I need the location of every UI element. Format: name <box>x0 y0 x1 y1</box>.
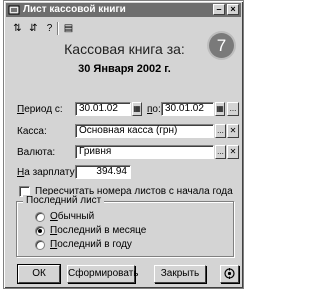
settings-icon <box>224 268 235 279</box>
last-sheet-group: Последний лист Обычный Последний в месяц… <box>16 195 234 257</box>
salary-field[interactable]: 394.94 <box>75 165 131 179</box>
radio-ordinary-label: Обычный <box>50 211 95 222</box>
radio-last-in-month[interactable] <box>35 226 45 236</box>
radio-last-in-year[interactable] <box>35 240 45 250</box>
form-label: Сформировать <box>68 268 139 279</box>
currency-field[interactable]: Гривня <box>75 145 214 159</box>
app-icon <box>8 5 20 15</box>
title-bar[interactable]: Лист кассовой книги – × <box>6 3 241 17</box>
close-dialog-button[interactable]: Закрыть <box>154 265 206 283</box>
page-date: 30 Января 2002 г. <box>78 63 171 75</box>
ok-button[interactable]: ОК <box>17 264 61 284</box>
kassa-select-button[interactable]: ... <box>215 124 226 138</box>
ok-label: ОК <box>32 268 46 279</box>
currency-select-button[interactable]: ... <box>215 145 226 159</box>
form-button[interactable]: Сформировать <box>67 265 139 283</box>
settings-button[interactable] <box>220 265 239 283</box>
currency-label: Валюта: <box>17 147 56 158</box>
page-title: Кассовая книга за: <box>64 41 185 57</box>
help-icon[interactable]: ? <box>42 21 57 36</box>
close-button[interactable]: × <box>227 4 239 15</box>
calendar-from-button[interactable]: ▦ <box>132 102 142 116</box>
print-icon[interactable]: ▤ <box>61 21 76 36</box>
period-to-field[interactable]: 30.01.02 <box>161 102 214 116</box>
salary-label: На зарплату: <box>17 167 78 178</box>
radio-ordinary[interactable] <box>35 212 45 222</box>
kassa-label: Касса: <box>17 126 47 137</box>
toolbar-separator <box>57 22 59 35</box>
period-label: Период с: <box>17 104 63 115</box>
period-select-button[interactable]: ... <box>227 102 239 116</box>
radio-last-in-year-label: Последний в году <box>50 239 132 250</box>
dialog-window: Лист кассовой книги – × ⇅ ⇵ ? ▤ 7 Кассов… <box>3 0 244 289</box>
calendar-to-button[interactable]: ▦ <box>215 102 225 116</box>
currency-clear-button[interactable]: ✕ <box>227 145 239 159</box>
period-to-label: по: <box>147 104 161 115</box>
sort-asc-icon[interactable]: ⇅ <box>10 21 25 36</box>
minimize-button[interactable]: – <box>213 4 225 15</box>
last-sheet-title: Последний лист <box>23 195 105 206</box>
sort-desc-icon[interactable]: ⇵ <box>26 21 41 36</box>
kassa-clear-button[interactable]: ✕ <box>227 124 239 138</box>
window-title: Лист кассовой книги <box>23 4 126 15</box>
kassa-field[interactable]: Основная касса (грн) <box>75 124 214 138</box>
period-from-field[interactable]: 30.01.02 <box>75 102 131 116</box>
toolbar: ⇅ ⇵ ? ▤ <box>8 20 239 38</box>
radio-last-in-month-label: Последний в месяце <box>50 225 147 236</box>
close-label: Закрыть <box>160 268 200 279</box>
